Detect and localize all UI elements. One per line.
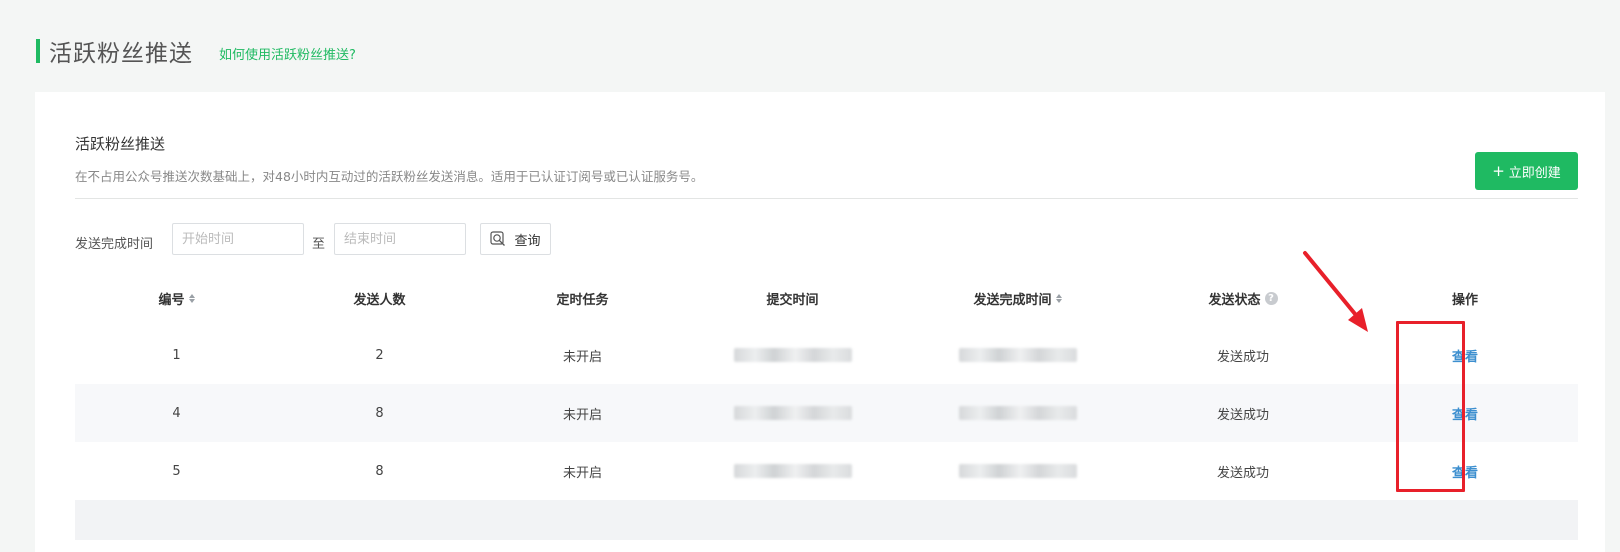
cell-status: 发送成功 xyxy=(1216,465,1269,481)
date-separator: 至 xyxy=(312,237,326,252)
plus-icon: + xyxy=(1492,161,1505,180)
sort-icon[interactable] xyxy=(188,293,195,303)
redacted-text xyxy=(733,464,852,478)
search-button-label: 查询 xyxy=(514,233,541,249)
cell-id: 1 xyxy=(172,347,181,363)
cell-scheduled: 未开启 xyxy=(562,349,602,365)
cell-id: 4 xyxy=(172,405,181,421)
cell-complete-time xyxy=(901,406,1134,420)
help-link[interactable]: 如何使用活跃粉丝推送? xyxy=(219,44,356,63)
section-title: 活跃粉丝推送 xyxy=(75,135,166,153)
create-button[interactable]: + 立即创建 xyxy=(1475,152,1578,190)
redacted-text xyxy=(958,406,1077,420)
page-title: 活跃粉丝推送 xyxy=(49,41,193,67)
table-row-empty xyxy=(75,500,1578,540)
cell-action: 查看 xyxy=(1352,346,1578,365)
annotation-arrow-icon xyxy=(1303,251,1368,332)
column-header-label: 发送完成时间 xyxy=(973,292,1052,308)
column-header-label: 操作 xyxy=(1451,292,1478,308)
divider xyxy=(75,198,1578,199)
column-header-submit-time: 提交时间 xyxy=(684,289,901,308)
table-row: 5 8 未开启 发送成功 查看 xyxy=(75,442,1578,500)
cell-action: 查看 xyxy=(1352,462,1578,481)
cell-status: 发送成功 xyxy=(1216,407,1269,423)
cell-submit-time xyxy=(684,464,901,478)
start-time-input[interactable] xyxy=(172,223,304,255)
sort-icon[interactable] xyxy=(1055,293,1062,303)
cell-submit-time xyxy=(684,406,901,420)
column-header-label: 发送人数 xyxy=(353,292,406,308)
search-icon xyxy=(490,231,506,246)
column-header-count: 发送人数 xyxy=(278,289,481,308)
filter-label: 发送完成时间 xyxy=(75,237,154,252)
cell-complete-time xyxy=(901,464,1134,478)
cell-scheduled: 未开启 xyxy=(562,407,602,423)
column-header-label: 定时任务 xyxy=(556,292,609,308)
redacted-text xyxy=(958,464,1077,478)
column-header-label: 提交时间 xyxy=(766,292,819,308)
question-icon[interactable]: ? xyxy=(1264,291,1278,305)
column-header-action: 操作 xyxy=(1352,289,1578,308)
cell-complete-time xyxy=(901,348,1134,362)
cell-count: 8 xyxy=(375,405,384,421)
cell-id: 5 xyxy=(172,463,181,479)
title-accent-bar xyxy=(36,39,40,63)
create-button-label: 立即创建 xyxy=(1508,165,1561,181)
column-header-complete-time[interactable]: 发送完成时间 xyxy=(901,289,1134,308)
cell-count: 8 xyxy=(375,463,384,479)
annotation-highlight-box xyxy=(1396,321,1465,492)
column-header-label: 编号 xyxy=(158,292,185,308)
search-button[interactable]: 查询 xyxy=(480,223,551,255)
end-time-input[interactable] xyxy=(334,223,466,255)
page-header: 活跃粉丝推送 如何使用活跃粉丝推送? xyxy=(36,38,356,67)
cell-action: 查看 xyxy=(1352,404,1578,423)
cell-status: 发送成功 xyxy=(1216,349,1269,365)
section-description: 在不占用公众号推送次数基础上，对48小时内互动过的活跃粉丝发送消息。适用于已认证… xyxy=(75,169,704,184)
column-header-scheduled: 定时任务 xyxy=(481,289,684,308)
cell-submit-time xyxy=(684,348,901,362)
column-header-label: 发送状态 xyxy=(1208,292,1261,308)
cell-count: 2 xyxy=(375,347,384,363)
column-header-id[interactable]: 编号 xyxy=(75,289,278,308)
redacted-text xyxy=(733,406,852,420)
redacted-text xyxy=(733,348,852,362)
table-row: 4 8 未开启 发送成功 查看 xyxy=(75,384,1578,442)
redacted-text xyxy=(958,348,1077,362)
cell-scheduled: 未开启 xyxy=(562,465,602,481)
